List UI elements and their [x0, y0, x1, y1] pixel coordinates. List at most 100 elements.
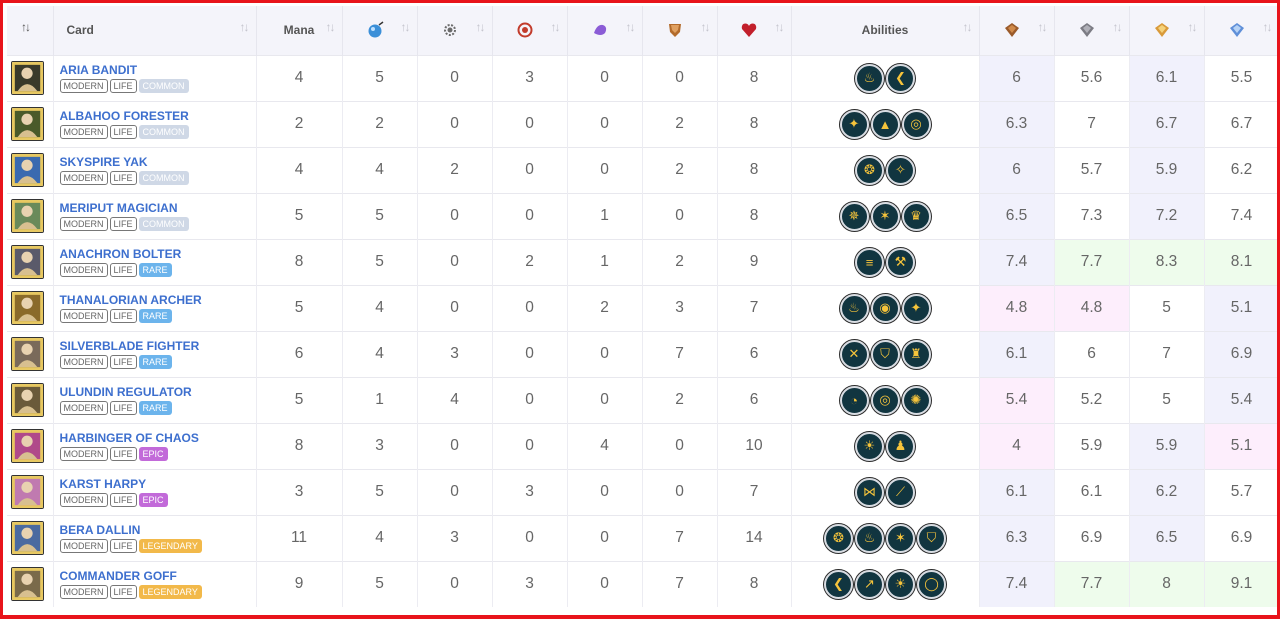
edition-badge: MODERN [59, 309, 108, 323]
card-name-link[interactable]: ALBAHOO FORESTER [60, 109, 256, 123]
table-row[interactable]: HARBINGER OF CHAOS MODERN LIFE EPIC 8 3 0 0 4 0 10… [7, 422, 1277, 469]
table-row[interactable]: MERIPUT MAGICIAN MODERN LIFE COMMON 5 5 0 0 1 0 8 ✵… [7, 192, 1277, 239]
card-name-link[interactable]: COMMANDER GOFF [60, 569, 256, 583]
retaliate-icon[interactable]: ❂ [824, 523, 853, 553]
spear-icon[interactable]: ↗ [855, 569, 884, 599]
table-row[interactable]: ARIA BANDIT MODERN LIFE COMMON 4 5 0 3 0 0 8 ♨ ❮ 6 5.6… [7, 54, 1277, 101]
flash-icon[interactable]: ✵ [839, 201, 869, 231]
sun-icon[interactable]: ☀ [855, 431, 884, 461]
hammer-icon[interactable]: ⚒ [886, 247, 915, 277]
diamond-column-header[interactable]: ↑↓ [1204, 6, 1277, 55]
sort-icon[interactable]: ↑↓ [1263, 20, 1273, 34]
card-name-link[interactable]: SILVERBLADE FIGHTER [60, 339, 256, 353]
card-thumbnail[interactable] [11, 245, 44, 279]
target-icon[interactable]: ◎ [901, 109, 931, 139]
martyr-icon[interactable]: ✦ [839, 109, 869, 139]
header-row: ↑↓ Card ↑↓ Mana ↑↓ ↑↓ ↑↓ ↑↓ ↑↓ ↑↓ ↑↓ Abi… [7, 6, 1277, 55]
sort-icon[interactable]: ↑↓ [701, 20, 711, 34]
sneak-icon[interactable]: ❮ [824, 569, 853, 599]
table-row[interactable]: ANACHRON BOLTER MODERN LIFE RARE 8 5 0 2 1 2 9 ≡ ⚒ 7.… [7, 238, 1277, 285]
sun-icon[interactable]: ☀ [886, 569, 915, 599]
card-thumbnail[interactable] [11, 337, 44, 371]
sort-icon[interactable]: ↑↓ [775, 20, 785, 34]
scavenger-icon[interactable]: ♨ [855, 63, 884, 93]
table-row[interactable]: COMMANDER GOFF MODERN LIFE LEGENDARY 9 5 0 3 0 7 8… [7, 560, 1277, 607]
card-name-link[interactable]: SKYSPIRE YAK [60, 155, 256, 169]
sparkle-icon[interactable]: ✺ [901, 385, 931, 415]
card-thumbnail[interactable] [11, 107, 44, 141]
card-name-link[interactable]: MERIPUT MAGICIAN [60, 201, 256, 215]
eye-icon[interactable]: ◔ [839, 385, 869, 415]
card-column-header[interactable]: Card ↑↓ [53, 6, 257, 55]
bloodlust-icon[interactable]: ✕ [839, 339, 869, 369]
card-name-link[interactable]: THANALORIAN ARCHER [60, 293, 256, 307]
card-thumbnail[interactable] [11, 567, 44, 602]
card-thumbnail[interactable] [11, 383, 44, 417]
magic-column-header[interactable]: ↑↓ [417, 6, 493, 55]
sort-icon[interactable]: ↑↓ [240, 20, 250, 34]
melee-column-header[interactable]: ↑↓ [492, 6, 568, 55]
card-name-link[interactable]: ANACHRON BOLTER [60, 247, 256, 261]
strength-icon[interactable]: ✶ [870, 201, 900, 231]
shield-icon[interactable]: ⛉ [870, 339, 900, 369]
table-row[interactable]: SKYSPIRE YAK MODERN LIFE COMMON 4 4 2 0 0 2 8 ❂ ✧ 6 5.… [7, 146, 1277, 193]
card-thumbnail[interactable] [11, 291, 44, 325]
scavenger-icon[interactable]: ♨ [839, 293, 869, 323]
card-thumbnail[interactable] [11, 475, 44, 509]
martyr-icon[interactable]: ✦ [901, 293, 931, 323]
target-icon[interactable]: ◎ [870, 385, 900, 415]
bust-icon[interactable]: ♟ [886, 431, 915, 461]
card-thumbnail[interactable] [11, 153, 44, 187]
armor-column-header[interactable]: ↑↓ [642, 6, 718, 55]
table-row[interactable]: KARST HARPY MODERN LIFE EPIC 3 5 0 3 0 0 7 ⋈ ⟋ 6.1 6.1… [7, 468, 1277, 515]
card-name-link[interactable]: BERA DALLIN [60, 523, 256, 537]
strength-icon[interactable]: ✶ [886, 523, 915, 553]
ranged-column-header[interactable]: ↑↓ [342, 6, 418, 55]
blast-icon[interactable]: ✧ [886, 155, 915, 185]
table-row[interactable]: ULUNDIN REGULATOR MODERN LIFE RARE 5 1 4 0 0 2 6 ◔ ◎… [7, 376, 1277, 423]
mana-column-header[interactable]: Mana ↑↓ [256, 6, 343, 55]
sort-icon[interactable]: ↑↓ [476, 20, 486, 34]
card-name-link[interactable]: KARST HARPY [60, 477, 256, 491]
sort-icon[interactable]: ↑↓ [551, 20, 561, 34]
card-name-link[interactable]: HARBINGER OF CHAOS [60, 431, 256, 445]
sort-icon[interactable]: ↑↓ [21, 20, 31, 34]
scavenger-icon[interactable]: ♨ [855, 523, 884, 553]
melee-cell: 0 [492, 422, 568, 469]
sort-icon[interactable]: ↑↓ [963, 20, 973, 34]
card-thumbnail[interactable] [11, 521, 44, 555]
card-thumbnail[interactable] [11, 199, 44, 233]
table-row[interactable]: SILVERBLADE FIGHTER MODERN LIFE RARE 6 4 3 0 0 7 6… [7, 330, 1277, 377]
speed-column-header[interactable]: ↑↓ [567, 6, 643, 55]
ring-icon[interactable]: ◯ [917, 569, 946, 599]
swiftness-icon[interactable]: ≡ [855, 247, 884, 277]
sort-icon[interactable]: ↑↓ [1038, 20, 1048, 34]
table-row[interactable]: BERA DALLIN MODERN LIFE LEGENDARY 11 4 3 0 0 7 14 ❂… [7, 514, 1277, 561]
divine-shield-icon[interactable]: ▲ [870, 109, 900, 139]
abilities-column-header[interactable]: Abilities ↑↓ [791, 6, 980, 55]
sneak-icon[interactable]: ❮ [886, 63, 915, 93]
table-row[interactable]: ALBAHOO FORESTER MODERN LIFE COMMON 2 2 0 0 0 2 8 ✦… [7, 100, 1277, 147]
gold-column-header[interactable]: ↑↓ [1129, 6, 1205, 55]
claw-icon[interactable]: ⟋ [886, 477, 915, 507]
shield-icon[interactable]: ⛉ [917, 523, 946, 553]
eyes-icon[interactable]: ◉ [870, 293, 900, 323]
sort-icon[interactable]: ↑↓ [1113, 20, 1123, 34]
bronze-column-header[interactable]: ↑↓ [979, 6, 1055, 55]
card-name-link[interactable]: ARIA BANDIT [60, 63, 256, 77]
sort-icon[interactable]: ↑↓ [1188, 20, 1198, 34]
card-name-link[interactable]: ULUNDIN REGULATOR [60, 385, 256, 399]
health-column-header[interactable]: ↑↓ [717, 6, 792, 55]
table-row[interactable]: THANALORIAN ARCHER MODERN LIFE RARE 5 4 0 0 2 3 7 ♨… [7, 284, 1277, 331]
sort-icon[interactable]: ↑↓ [626, 20, 636, 34]
card-thumbnail[interactable] [11, 61, 44, 95]
sort-icon[interactable]: ↑↓ [326, 20, 336, 34]
wings-icon[interactable]: ⋈ [855, 477, 884, 507]
card-thumbnail[interactable] [11, 429, 44, 463]
retaliate-icon[interactable]: ❂ [855, 155, 884, 185]
silver-column-header[interactable]: ↑↓ [1054, 6, 1130, 55]
castle-icon[interactable]: ♜ [901, 339, 931, 369]
sort-icon[interactable]: ↑↓ [401, 20, 411, 34]
image-column-header[interactable]: ↑↓ [7, 6, 54, 55]
crown-icon[interactable]: ♛ [901, 201, 931, 231]
